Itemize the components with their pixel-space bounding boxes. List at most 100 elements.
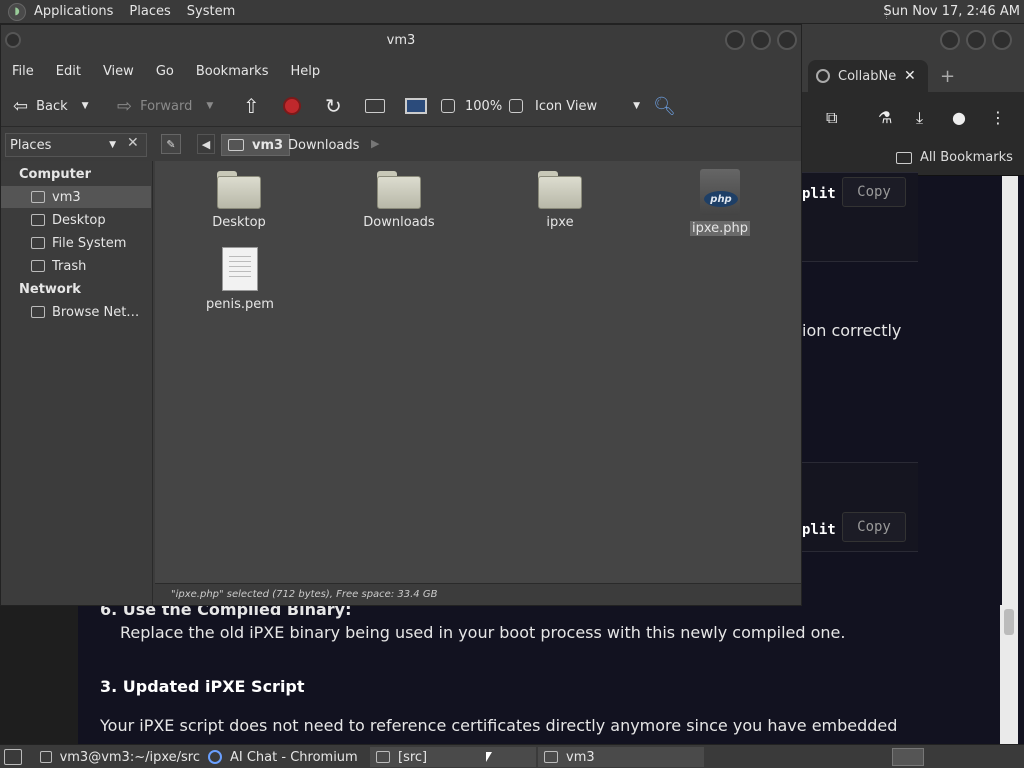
- scrollbar-thumb[interactable]: [1004, 609, 1014, 635]
- task-chromium[interactable]: AI Chat - Chromium: [202, 747, 368, 767]
- network-icon: [31, 306, 45, 318]
- globe-icon: [816, 69, 830, 83]
- distro-logo-icon[interactable]: ◗: [8, 2, 26, 21]
- page-scrollbar-lower[interactable]: [1000, 605, 1018, 744]
- back-button[interactable]: ⇦ Back ▼: [13, 85, 89, 127]
- chromium-page-margin: [0, 605, 78, 744]
- minimize-button[interactable]: [940, 30, 960, 50]
- toolbar: ⇦ Back ▼ ⇨ Forward ▼ ⇧ ↻ 100% Icon View …: [1, 85, 801, 127]
- file-item-desktop[interactable]: Desktop: [179, 171, 299, 230]
- computer-button[interactable]: [405, 85, 427, 127]
- menu-edit[interactable]: Edit: [45, 64, 92, 79]
- close-button[interactable]: [777, 30, 797, 50]
- places-sidebar: Computer vm3 Desktop File System Trash N…: [1, 161, 153, 605]
- file-manager-titlebar[interactable]: vm3: [1, 25, 801, 57]
- minimize-button[interactable]: [725, 30, 745, 50]
- task-vm3-folder[interactable]: vm3: [538, 747, 704, 767]
- folder-icon: [896, 151, 912, 164]
- close-button[interactable]: [992, 30, 1012, 50]
- sidebar-item-desktop[interactable]: Desktop: [1, 209, 151, 231]
- file-item-downloads[interactable]: Downloads: [339, 171, 459, 230]
- home-folder-icon: [31, 191, 45, 203]
- copy-button[interactable]: Copy: [842, 177, 906, 207]
- show-desktop-icon[interactable]: [4, 749, 22, 765]
- forward-button[interactable]: ⇨ Forward ▼: [117, 85, 213, 127]
- search-icon[interactable]: 🔍︎: [653, 85, 676, 127]
- forward-history-dropdown[interactable]: ▼: [206, 101, 213, 111]
- close-sidebar-icon[interactable]: ✕: [127, 135, 139, 151]
- download-icon[interactable]: ⤓: [916, 108, 923, 128]
- view-mode-label: Icon View: [535, 98, 598, 114]
- folder-icon: [377, 171, 421, 209]
- top-panel: ◗ Applications Places System Sun Nov 17,…: [0, 0, 1024, 24]
- forward-arrow-icon: ⇨: [117, 95, 133, 117]
- reload-icon[interactable]: ↻: [325, 85, 342, 127]
- crumb-vm3[interactable]: vm3: [221, 134, 291, 156]
- home-folder-icon: [365, 99, 385, 113]
- new-tab-button[interactable]: +: [940, 66, 955, 87]
- file-item-ipxe-php[interactable]: php ipxe.php: [660, 169, 780, 236]
- edit-location-button[interactable]: ✎: [161, 134, 181, 154]
- window-title: vm3: [386, 33, 416, 48]
- applications-menu[interactable]: Applications: [26, 0, 121, 24]
- section-3-heading: 3. Updated iPXE Script: [100, 677, 305, 696]
- view-mode-select[interactable]: Icon View ▼: [535, 85, 640, 127]
- file-item-ipxe[interactable]: ipxe: [500, 171, 620, 230]
- extensions-icon[interactable]: ⧉: [826, 108, 837, 128]
- maximize-button[interactable]: [966, 30, 986, 50]
- php-file-icon: php: [700, 169, 740, 215]
- crumb-downloads[interactable]: Downloads: [282, 134, 365, 156]
- clock[interactable]: Sun Nov 17, 2:46 AM: [883, 0, 1020, 24]
- desktop-icon: [31, 214, 45, 226]
- task-src-folder[interactable]: [src]: [370, 747, 536, 767]
- zoom-level[interactable]: 100%: [465, 85, 502, 127]
- browser-tab[interactable]: CollabNe ✕: [808, 60, 928, 92]
- tab-title: CollabNe: [838, 68, 896, 84]
- path-scroll-left[interactable]: ◀: [197, 134, 215, 154]
- zoom-in-button[interactable]: [509, 85, 523, 127]
- folder-icon: [538, 171, 582, 209]
- code-split-label: plit: [802, 522, 836, 538]
- menu-kebab-icon[interactable]: ⋮: [990, 108, 1006, 127]
- chevron-down-icon: ▼: [109, 140, 116, 150]
- workspace-switcher[interactable]: [892, 748, 924, 766]
- copy-button[interactable]: Copy: [842, 512, 906, 542]
- labs-icon[interactable]: ⚗: [878, 108, 892, 127]
- home-folder-icon: [544, 751, 558, 763]
- sidebar-item-trash[interactable]: Trash: [1, 255, 151, 277]
- home-button[interactable]: [365, 85, 385, 127]
- text-file-icon: [222, 247, 258, 291]
- task-terminal[interactable]: vm3@vm3:~/ipxe/src: [34, 747, 200, 767]
- profile-icon[interactable]: ●: [952, 108, 966, 127]
- sidebar-item-label: File System: [52, 235, 127, 251]
- sidebar-item-browse-network[interactable]: Browse Net…: [1, 301, 151, 323]
- sidebar-item-vm3[interactable]: vm3: [1, 186, 151, 208]
- maximize-button[interactable]: [751, 30, 771, 50]
- menu-go[interactable]: Go: [145, 64, 185, 79]
- zoom-in-icon: [509, 99, 523, 113]
- back-history-dropdown[interactable]: ▼: [82, 101, 89, 111]
- menu-file[interactable]: File: [1, 64, 45, 79]
- file-manager-window: vm3 File Edit View Go Bookmarks Help ⇦ B…: [0, 24, 802, 606]
- all-bookmarks-button[interactable]: All Bookmarks: [896, 150, 1013, 165]
- chromium-titlebar[interactable]: [800, 24, 1024, 56]
- sidebar-item-file-system[interactable]: File System: [1, 232, 151, 254]
- stop-button[interactable]: [283, 85, 301, 127]
- file-item-penis-pem[interactable]: penis.pem: [180, 247, 300, 312]
- sidebar-item-label: Browse Net…: [52, 304, 140, 320]
- menu-help[interactable]: Help: [279, 64, 331, 79]
- menu-view[interactable]: View: [92, 64, 145, 79]
- path-scroll-right[interactable]: ▶: [371, 137, 379, 150]
- back-label: Back: [36, 98, 68, 114]
- section-3-body: Your iPXE script does not need to refere…: [100, 716, 898, 735]
- crumb-vm3-label: vm3: [252, 137, 284, 153]
- sidebar-item-label: Trash: [52, 258, 87, 274]
- places-menu[interactable]: Places: [121, 0, 178, 24]
- zoom-out-button[interactable]: [441, 85, 455, 127]
- menu-bookmarks[interactable]: Bookmarks: [185, 64, 280, 79]
- sidebar-type-select[interactable]: Places ▼: [5, 133, 147, 157]
- file-icon-view[interactable]: Desktop Downloads ipxe php ipxe.php peni…: [155, 161, 801, 583]
- tab-close-icon[interactable]: ✕: [904, 68, 916, 84]
- up-icon[interactable]: ⇧: [243, 85, 260, 127]
- system-menu[interactable]: System: [179, 0, 243, 24]
